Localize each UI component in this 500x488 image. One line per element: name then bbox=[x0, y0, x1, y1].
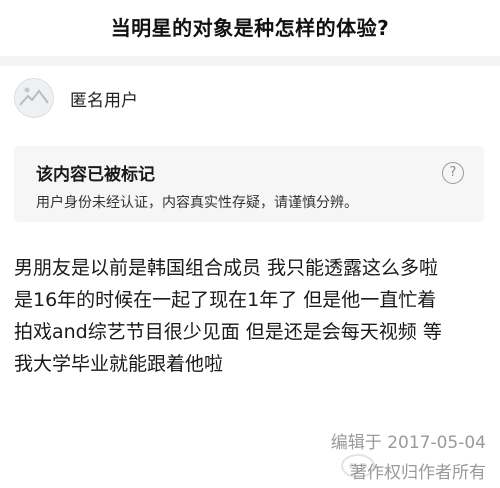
section-divider bbox=[0, 56, 500, 66]
question-title[interactable]: 当明星的对象是种怎样的体验? bbox=[0, 12, 500, 41]
answer-line: 男朋友是以前是韩国组合成员 我只能透露这么多啦 bbox=[14, 257, 439, 279]
question-mark-icon[interactable]: ? bbox=[442, 162, 464, 184]
answer-line: 我大学毕业就能跟着他啦 bbox=[14, 353, 224, 375]
edit-date: 编辑于 2017-05-04 bbox=[330, 433, 486, 453]
notice-description: 用户身份未经认证，内容真实性存疑，请谨慎分辨。 bbox=[36, 195, 358, 211]
notice-title: 该内容已被标记 bbox=[36, 165, 155, 185]
answer-line: 拍戏and综艺节目很少见面 但是还是会每天视频 等 bbox=[14, 321, 442, 343]
anonymous-avatar-icon[interactable] bbox=[14, 78, 54, 118]
avatar-graphic bbox=[15, 79, 53, 117]
flagged-content-notice: 该内容已被标记 用户身份未经认证，内容真实性存疑，请谨慎分辨。 ? bbox=[14, 146, 484, 222]
author-row[interactable]: 匿名用户 bbox=[14, 78, 138, 118]
copyright-notice: 著作权归作者所有 bbox=[350, 463, 486, 483]
answer-line: 是16年的时候在一起了现在1年了 但是他一直忙着 bbox=[14, 289, 437, 311]
answer-page: 当明星的对象是种怎样的体验? 匿名用户 该内容已被标记 用户身份未经认证，内容真… bbox=[0, 0, 500, 488]
author-name[interactable]: 匿名用户 bbox=[70, 86, 138, 111]
answer-body: 男朋友是以前是韩国组合成员 我只能透露这么多啦 是16年的时候在一起了现在1年了… bbox=[14, 252, 490, 380]
